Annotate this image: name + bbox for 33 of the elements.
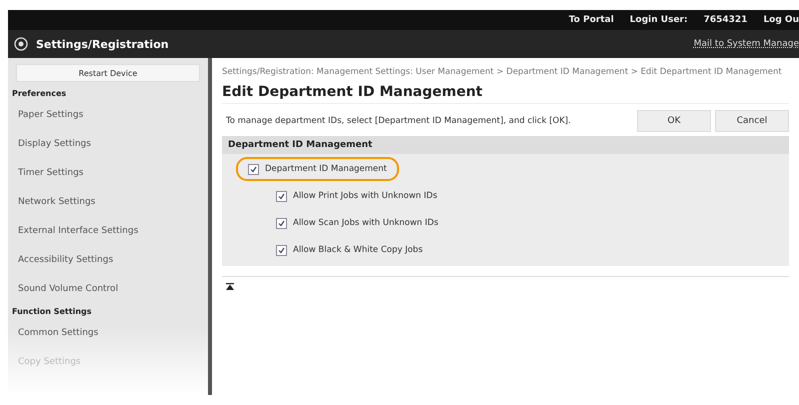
cancel-button[interactable]: Cancel (715, 110, 789, 132)
portal-link[interactable]: To Portal (568, 15, 614, 25)
ok-button[interactable]: OK (637, 110, 711, 132)
login-label: Login User: (630, 15, 688, 25)
sidebar-item[interactable]: Display Settings (8, 130, 208, 159)
sidebar-item[interactable]: Timer Settings (8, 159, 208, 188)
sidebar-heading: Preferences (11, 88, 68, 100)
sidebar-item[interactable]: Accessibility Settings (8, 246, 208, 275)
checkbox-label[interactable]: Allow Scan Jobs with Unknown IDs (293, 218, 438, 228)
checkbox-label[interactable]: Allow Black & White Copy Jobs (293, 245, 423, 255)
instruction-text: To manage department IDs, select [Department ID Management], and click [OK]. (225, 116, 571, 126)
sidebar-item[interactable]: Common Settings (8, 319, 208, 348)
scroll-top-icon[interactable] (226, 283, 234, 290)
login-user: 7654321 (704, 15, 748, 25)
sidebar-heading: Function Settings (11, 306, 93, 318)
header-title: Settings/Registration (36, 38, 169, 50)
sidebar-item[interactable]: Paper Settings (8, 101, 208, 130)
mail-link[interactable]: Mail to System Manage (694, 39, 799, 49)
checkbox-label[interactable]: Allow Print Jobs with Unknown IDs (293, 191, 438, 201)
sidebar-item[interactable]: Sound Volume Control (8, 275, 208, 304)
checkbox[interactable] (276, 190, 287, 202)
checkbox[interactable] (248, 164, 259, 174)
panel-heading: Department ID Management (222, 136, 789, 154)
sidebar-item[interactable]: External Interface Settings (8, 217, 208, 246)
checkbox[interactable] (276, 244, 287, 256)
breadcrumb: Settings/Registration: Management Settings: User Management > Department ID Management > Edit Department ID Management (222, 66, 783, 78)
page-title: Edit Department ID Management (222, 84, 789, 104)
checkbox[interactable] (276, 218, 287, 228)
checkbox-label[interactable]: Department ID Management (265, 164, 387, 174)
sidebar-item[interactable]: Network Settings (8, 188, 208, 217)
settings-icon (14, 37, 28, 51)
restart-button[interactable]: Restart Device (16, 64, 200, 82)
logout-link[interactable]: Log Ou (763, 15, 799, 25)
